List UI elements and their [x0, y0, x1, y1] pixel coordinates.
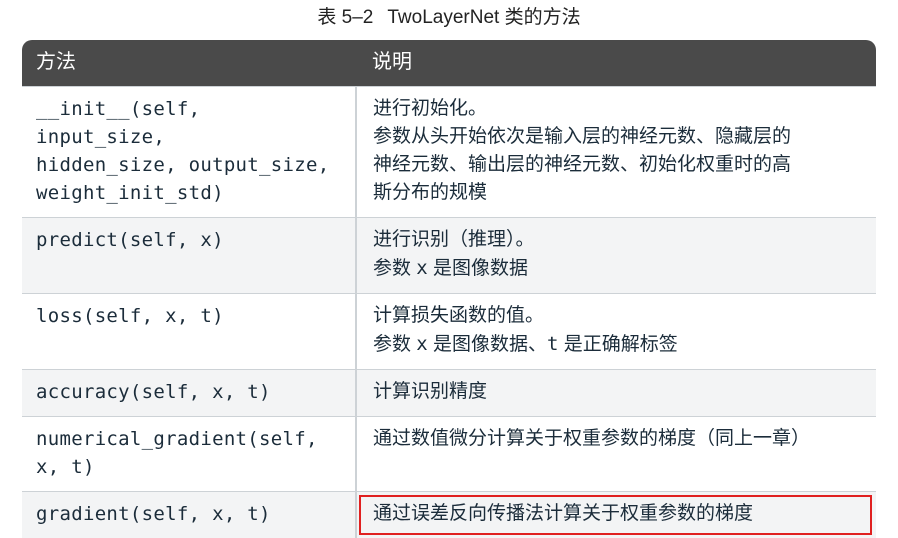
desc-text: 是正确解标签 [558, 334, 677, 355]
table-caption: 表 5–2 TwoLayerNet 类的方法 [22, 4, 876, 32]
desc-line: 参数从头开始依次是输入层的神经元数、隐藏层的 [373, 126, 791, 147]
header-method: 方法 [22, 40, 356, 87]
table-row: gradient(self, x, t) 通过误差反向传播法计算关于权重参数的梯… [22, 492, 876, 538]
desc-line: 计算损失函数的值。 [373, 305, 544, 326]
caption-title: TwoLayerNet 类的方法 [387, 7, 580, 28]
table-row: __init__(self, input_size, hidden_size, … [22, 87, 876, 218]
header-row: 方法 说明 [22, 40, 876, 87]
desc-line: 斯分布的规模 [373, 182, 487, 203]
cell-desc: 通过数值微分计算关于权重参数的梯度（同上一章） [356, 417, 876, 492]
desc-line: 神经元数、输出层的神经元数、初始化权重时的高 [373, 154, 791, 175]
table-row: accuracy(self, x, t) 计算识别精度 [22, 370, 876, 417]
desc-text: 是图像数据、 [428, 334, 547, 355]
table-row: numerical_gradient(self, x, t) 通过数值微分计算关… [22, 417, 876, 492]
desc-text: 参数 [373, 258, 416, 279]
cell-desc: 计算识别精度 [356, 370, 876, 417]
desc-line: 进行识别（推理）。 [373, 229, 535, 250]
desc-line: 通过误差反向传播法计算关于权重参数的梯度 [373, 503, 753, 524]
cell-desc: 进行识别（推理）。 参数 x 是图像数据 [356, 218, 876, 294]
table-wrapper: 表 5–2 TwoLayerNet 类的方法 方法 说明 __init__(sel… [22, 4, 876, 538]
desc-mono: x [416, 257, 427, 279]
table-row: predict(self, x) 进行识别（推理）。 参数 x 是图像数据 [22, 218, 876, 294]
cell-method: gradient(self, x, t) [22, 492, 356, 538]
method-line: weight_init_std) [36, 182, 224, 204]
desc-text: 参数 [373, 334, 416, 355]
caption-number: 表 5–2 [317, 7, 373, 28]
desc-mono: t [547, 333, 558, 355]
cell-desc: 通过误差反向传播法计算关于权重参数的梯度 [356, 492, 876, 538]
method-line: hidden_size, output_size, [36, 154, 329, 176]
method-line: __init__(self, input_size, [36, 98, 200, 148]
desc-mono: x [416, 333, 427, 355]
table-row: loss(self, x, t) 计算损失函数的值。 参数 x 是图像数据、t … [22, 294, 876, 370]
cell-method: loss(self, x, t) [22, 294, 356, 370]
methods-table: 方法 说明 __init__(self, input_size, hidden_… [22, 40, 876, 538]
cell-method: numerical_gradient(self, x, t) [22, 417, 356, 492]
cell-desc: 进行初始化。 参数从头开始依次是输入层的神经元数、隐藏层的 神经元数、输出层的神… [356, 87, 876, 218]
cell-method: predict(self, x) [22, 218, 356, 294]
cell-method: accuracy(self, x, t) [22, 370, 356, 417]
cell-method: __init__(self, input_size, hidden_size, … [22, 87, 356, 218]
header-desc: 说明 [356, 40, 876, 87]
cell-desc: 计算损失函数的值。 参数 x 是图像数据、t 是正确解标签 [356, 294, 876, 370]
desc-text: 是图像数据 [428, 258, 528, 279]
desc-line: 进行初始化。 [373, 98, 487, 119]
